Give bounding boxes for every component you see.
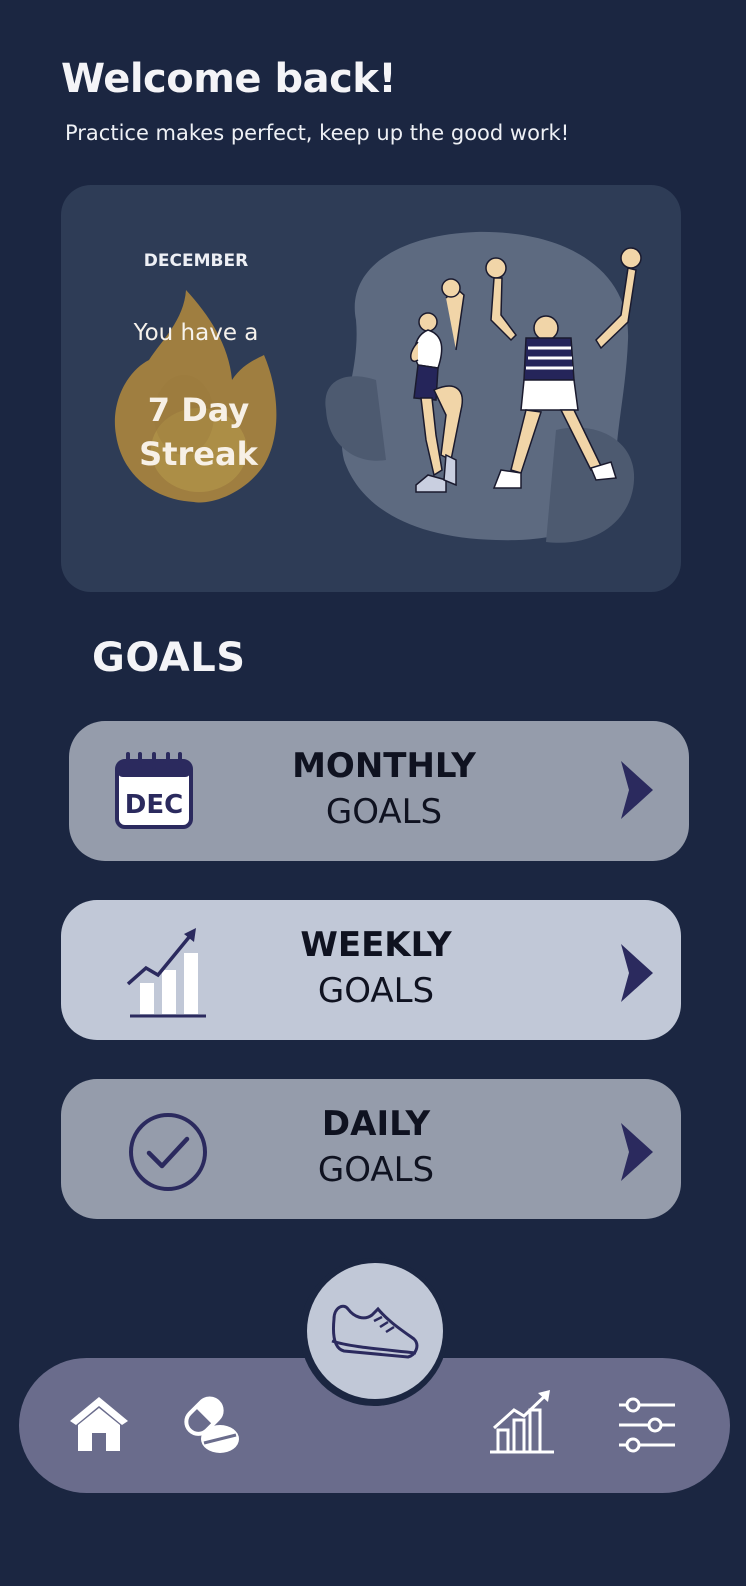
- home-icon[interactable]: [68, 1395, 130, 1453]
- streak-month: DECEMBER: [143, 251, 249, 271]
- sneaker-icon: [331, 1304, 419, 1359]
- sliders-icon[interactable]: [617, 1397, 677, 1453]
- daily-goals-title: DAILY: [321, 1104, 431, 1144]
- weekly-goals-card[interactable]: WEEKLY GOALS: [61, 900, 681, 1040]
- monthly-goals-card[interactable]: DEC MONTHLY GOALS: [69, 721, 689, 861]
- monthly-goals-text: MONTHLY GOALS: [259, 743, 509, 835]
- welcome-title: Welcome back!: [61, 56, 397, 102]
- streak-count-line1: 7 Day: [147, 391, 250, 429]
- celebration-illustration: [325, 231, 642, 543]
- daily-goals-text: DAILY GOALS: [251, 1101, 501, 1193]
- welcome-subtitle: Practice makes perfect, keep up the good…: [65, 121, 570, 145]
- calendar-icon: DEC: [115, 752, 193, 829]
- streak-card: DECEMBER You have a 7 Day Streak: [61, 185, 681, 592]
- chart-icon[interactable]: [488, 1390, 556, 1456]
- chevron-right-icon: [621, 1123, 653, 1181]
- goals-heading: GOALS: [92, 635, 246, 681]
- chevron-right-icon: [621, 944, 653, 1002]
- streak-count-line2: Streak: [139, 435, 258, 473]
- calendar-icon-text: DEC: [125, 790, 183, 820]
- pills-icon[interactable]: [182, 1395, 242, 1457]
- daily-goals-subtitle: GOALS: [317, 1150, 435, 1190]
- streak-count: 7 Day Streak: [121, 388, 276, 476]
- monthly-goals-subtitle: GOALS: [325, 792, 443, 832]
- daily-goals-card[interactable]: DAILY GOALS: [61, 1079, 681, 1219]
- growth-chart-icon: [126, 928, 206, 1018]
- weekly-goals-text: WEEKLY GOALS: [251, 922, 501, 1014]
- weekly-goals-subtitle: GOALS: [317, 971, 435, 1011]
- workout-fab-button[interactable]: [307, 1263, 443, 1399]
- check-circle-icon: [129, 1113, 207, 1191]
- weekly-goals-title: WEEKLY: [300, 925, 452, 965]
- chevron-right-icon: [621, 761, 653, 819]
- streak-prefix: You have a: [133, 320, 259, 346]
- monthly-goals-title: MONTHLY: [292, 746, 476, 786]
